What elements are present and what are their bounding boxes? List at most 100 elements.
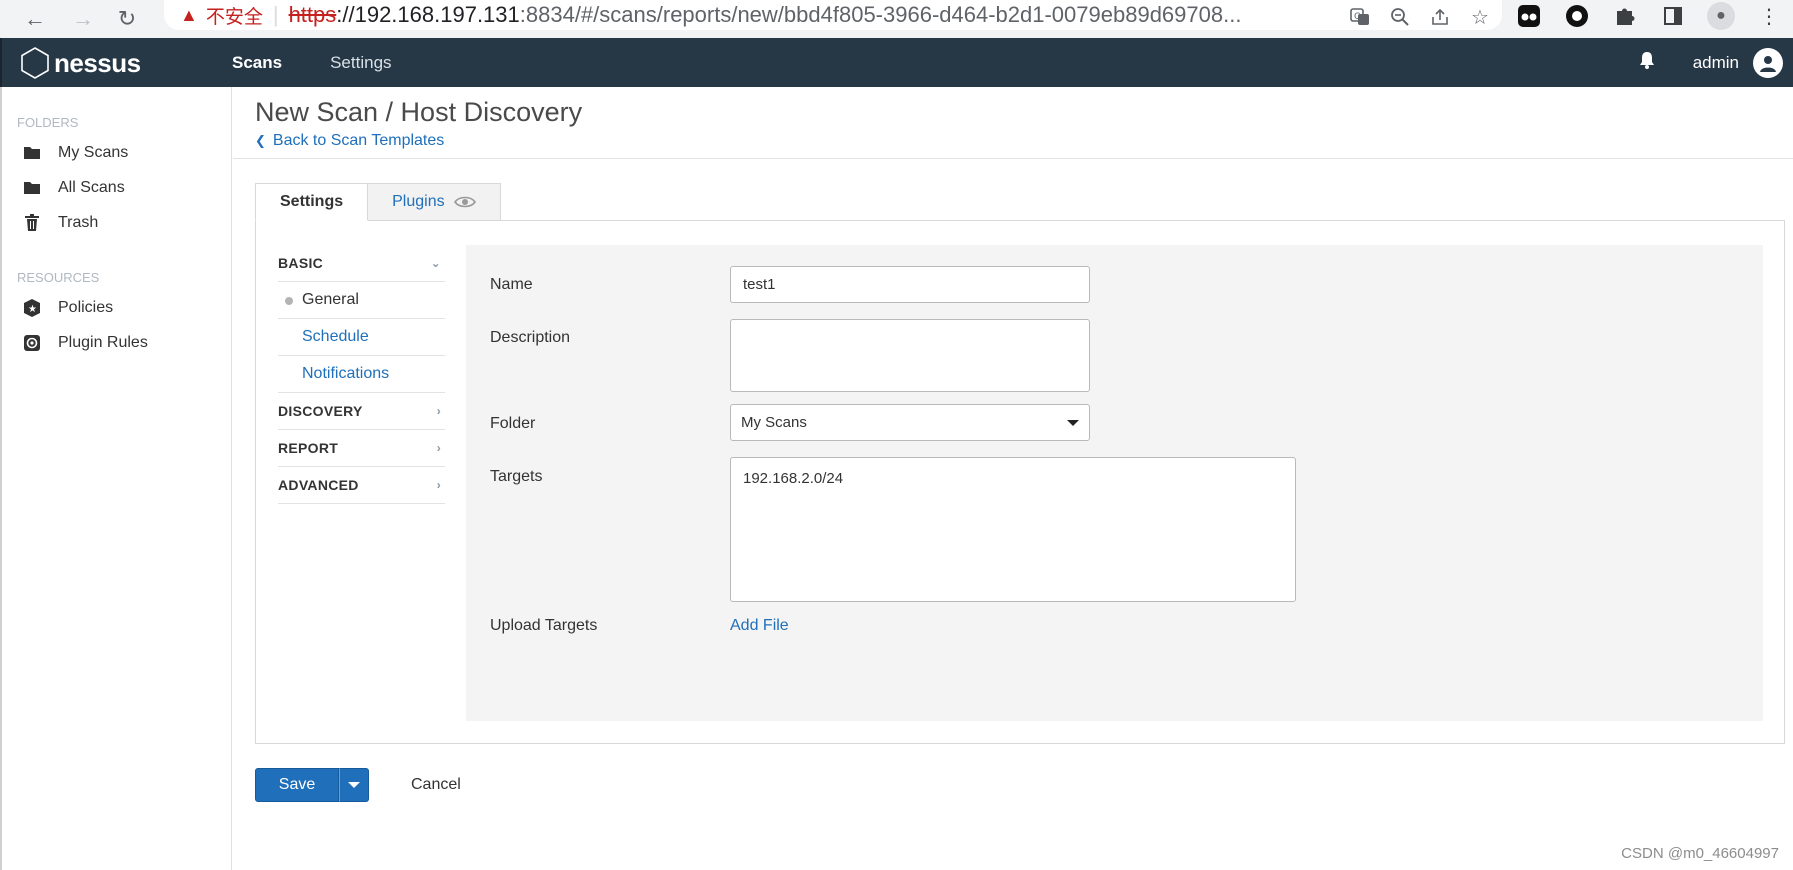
targets-textarea[interactable]: 192.168.2.0/24: [730, 457, 1296, 602]
scan-tabs: Settings Plugins: [255, 183, 501, 221]
puzzle-icon[interactable]: [1611, 2, 1639, 30]
sidebar-item-label: My Scans: [58, 143, 129, 161]
tab-settings[interactable]: Settings: [255, 183, 369, 221]
logo-text: nessus: [54, 47, 141, 78]
subnav-section-label: ADVANCED: [278, 477, 359, 493]
warning-triangle-icon: ▲: [180, 4, 198, 25]
name-input[interactable]: test1: [730, 266, 1090, 303]
subnav-item-label: General: [302, 291, 359, 308]
back-arrow-icon[interactable]: ←: [18, 2, 52, 36]
sidebar-item-policies[interactable]: ★ Policies: [2, 290, 231, 325]
targets-value: 192.168.2.0/24: [743, 470, 844, 487]
subnav-discovery[interactable]: DISCOVERY ›: [278, 393, 445, 430]
translate-icon[interactable]: G: [1347, 4, 1373, 30]
name-label: Name: [490, 276, 533, 293]
bell-icon[interactable]: [1639, 51, 1655, 74]
subnav-section-label: REPORT: [278, 440, 339, 456]
folders-heading: FOLDERS: [17, 115, 79, 130]
subnav-item-label: Schedule: [302, 328, 369, 345]
chrome-menu-icon[interactable]: ⋮: [1755, 2, 1783, 30]
chevron-right-icon: ›: [436, 478, 441, 492]
form-actions: Save Cancel: [255, 768, 461, 802]
save-button[interactable]: Save: [255, 768, 339, 802]
add-file-link[interactable]: Add File: [730, 617, 789, 635]
extensions-area: ● ⋮: [1515, 2, 1783, 30]
folder-select[interactable]: My Scans: [730, 404, 1090, 441]
title-divider: [233, 158, 1793, 159]
upload-targets-label: Upload Targets: [490, 617, 598, 634]
nessus-logo[interactable]: nessus: [18, 46, 141, 80]
insecure-label: 不安全: [205, 5, 263, 28]
share-icon[interactable]: [1427, 4, 1453, 30]
tab-label: Settings: [280, 193, 344, 210]
url-host: ://192.168.197.131: [336, 2, 520, 27]
subnav-section-label: BASIC: [278, 255, 324, 271]
extension-app-icon[interactable]: [1515, 2, 1543, 30]
resources-heading: RESOURCES: [17, 270, 100, 285]
chevron-right-icon: ›: [436, 441, 441, 455]
subnav-advanced[interactable]: ADVANCED ›: [278, 467, 445, 504]
extension-circle-icon[interactable]: [1563, 2, 1591, 30]
subnav-item-schedule[interactable]: Schedule: [278, 319, 445, 356]
sidebar-item-label: Policies: [58, 298, 114, 316]
main-content: New Scan / Host Discovery ❮ Back to Scan…: [233, 87, 1793, 870]
sidebar-item-plugin-rules[interactable]: Plugin Rules: [2, 325, 231, 360]
eye-icon: [453, 196, 476, 208]
save-options-button[interactable]: [339, 768, 369, 802]
current-indicator-dot: [285, 297, 293, 305]
side-panel-icon[interactable]: [1659, 2, 1687, 30]
back-link-label: Back to Scan Templates: [272, 132, 445, 149]
name-input-value: test1: [743, 276, 776, 293]
description-textarea[interactable]: [730, 319, 1090, 392]
address-separator: |: [272, 2, 279, 27]
subnav-report[interactable]: REPORT ›: [278, 430, 445, 467]
nav-scans[interactable]: Scans: [232, 53, 282, 73]
sidebar-item-label: Trash: [58, 213, 99, 231]
folder-icon: [22, 178, 42, 198]
app-top-bar: nessus Scans Settings admin: [0, 38, 1793, 87]
bookmark-star-icon[interactable]: ☆: [1467, 4, 1493, 30]
folder-icon: [22, 143, 42, 163]
caret-down-icon: [348, 782, 360, 788]
chevron-right-icon: ›: [436, 404, 441, 418]
chevron-down-icon: ⌄: [430, 256, 441, 270]
url-path: :8834/#/scans/reports/new/bbd4f805-3966-…: [519, 2, 1242, 27]
subnav-basic[interactable]: BASIC ⌄: [278, 245, 445, 282]
targets-label: Targets: [490, 468, 543, 485]
sidebar-item-trash[interactable]: Trash: [2, 205, 231, 240]
folder-label: Folder: [490, 415, 536, 432]
sidebar-item-my-scans[interactable]: My Scans: [2, 135, 231, 170]
subnav-item-label: Notifications: [302, 365, 390, 382]
subnav-item-general[interactable]: General: [278, 282, 445, 319]
cancel-link[interactable]: Cancel: [411, 776, 461, 794]
trash-icon: [22, 213, 42, 233]
watermark: CSDN @m0_46604997: [1621, 845, 1779, 862]
general-settings-form: Name test1 Description Folder My Scans T…: [466, 245, 1763, 721]
chevron-left-icon: ❮: [255, 133, 266, 148]
tab-plugins[interactable]: Plugins: [368, 183, 501, 221]
hexagon-logo-icon: [21, 47, 49, 79]
reload-icon[interactable]: ↻: [110, 2, 144, 36]
plugin-rules-icon: [22, 333, 42, 353]
settings-subnav: BASIC ⌄ General Schedule Notifications D…: [278, 245, 445, 504]
forward-arrow-icon[interactable]: →: [66, 2, 100, 36]
tab-label: Plugins: [392, 193, 445, 210]
nav-settings[interactable]: Settings: [330, 53, 391, 73]
description-label: Description: [490, 329, 571, 346]
username[interactable]: admin: [1693, 53, 1739, 73]
sidebar-item-label: All Scans: [58, 178, 125, 196]
address-bar-actions: G ☆: [1347, 4, 1493, 30]
address-bar[interactable]: ▲ 不安全 | https ://192.168.197.131 :8834/#…: [164, 0, 1502, 30]
sidebar-item-all-scans[interactable]: All Scans: [2, 170, 231, 205]
subnav-section-label: DISCOVERY: [278, 403, 363, 419]
dropdown-arrow-icon: [1067, 419, 1079, 426]
settings-panel: BASIC ⌄ General Schedule Notifications D…: [255, 220, 1785, 744]
user-avatar-icon[interactable]: [1753, 47, 1783, 78]
profile-avatar-icon[interactable]: ●: [1707, 2, 1735, 30]
subnav-item-notifications[interactable]: Notifications: [278, 356, 445, 393]
back-to-templates-link[interactable]: ❮ Back to Scan Templates: [255, 132, 444, 150]
sidebar-item-label: Plugin Rules: [58, 333, 148, 351]
sidebar: FOLDERS My Scans All Scans Trash RESOURC…: [0, 87, 232, 870]
zoom-icon[interactable]: [1387, 4, 1413, 30]
browser-toolbar: ← → ↻ ▲ 不安全 | https ://192.168.197.131 :…: [0, 0, 1793, 38]
